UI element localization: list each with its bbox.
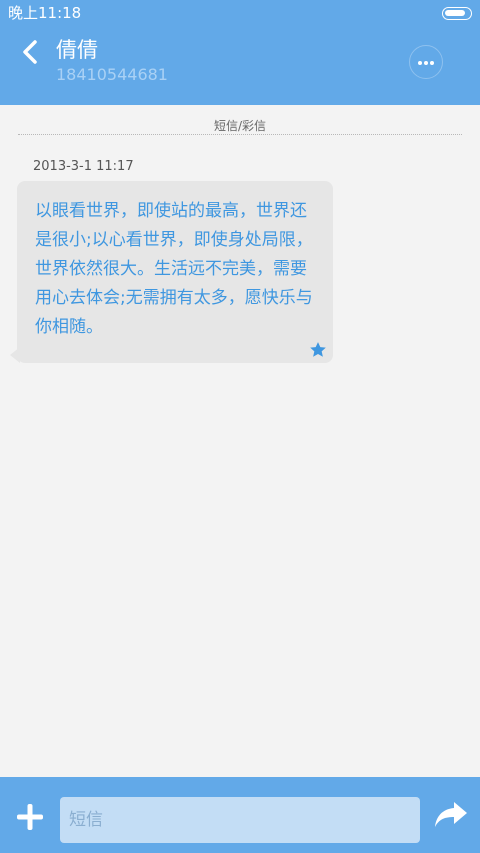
plus-icon[interactable]: [14, 801, 46, 833]
status-bar: 晚上11:18: [0, 0, 480, 27]
message-timestamp: 2013-3-1 11:17: [33, 159, 134, 174]
message-type-label: 短信/彩信: [203, 119, 277, 133]
more-icon: [418, 61, 422, 65]
message-type-divider: 短信/彩信: [18, 119, 462, 135]
composer-bar: [0, 777, 480, 853]
message-text: 以眼看世界，即使站的最高，世界还是很小;以心看世界，即使身处局限，世界依然很大。…: [35, 201, 313, 337]
star-icon[interactable]: [309, 341, 327, 359]
battery-icon: [442, 7, 472, 20]
contact-phone-number: 18410544681: [56, 65, 168, 84]
conversation-header: 倩倩 18410544681: [0, 27, 480, 105]
status-time: 晚上11:18: [8, 4, 82, 22]
more-button[interactable]: [409, 45, 443, 79]
send-icon[interactable]: [433, 799, 469, 831]
message-input[interactable]: [60, 797, 420, 843]
message-list[interactable]: 短信/彩信 2013-3-1 11:17 以眼看世界，即使站的最高，世界还是很小…: [0, 105, 480, 777]
chevron-left-icon[interactable]: [16, 37, 46, 67]
contact-name: 倩倩: [56, 38, 98, 62]
message-bubble[interactable]: 以眼看世界，即使站的最高，世界还是很小;以心看世界，即使身处局限，世界依然很大。…: [10, 181, 333, 363]
battery-level: [445, 10, 465, 16]
